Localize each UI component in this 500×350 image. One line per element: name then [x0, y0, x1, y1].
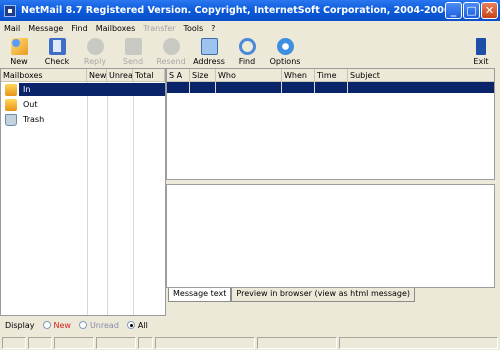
reply-button[interactable]: Reply: [76, 36, 114, 68]
new-button-label: New: [10, 57, 28, 66]
header-new[interactable]: New: [87, 69, 107, 81]
cell-size: [190, 82, 216, 93]
exit-icon: [476, 38, 486, 55]
status-bar: [0, 336, 500, 350]
header-when[interactable]: When: [282, 69, 315, 81]
radio-all-label: All: [137, 320, 148, 330]
header-total[interactable]: Total: [133, 69, 165, 81]
resend-icon: [162, 38, 180, 55]
find-icon: [238, 38, 256, 55]
tab-preview-browser[interactable]: Preview in browser (view as html message…: [231, 288, 416, 302]
radio-new-label: New: [53, 320, 71, 330]
check-mail-icon: [48, 38, 66, 55]
exit-button-label: Exit: [473, 57, 489, 66]
header-status[interactable]: S A: [167, 69, 190, 81]
header-unread[interactable]: Unread: [107, 69, 133, 81]
new-button[interactable]: New: [0, 36, 38, 68]
mailbox-trash[interactable]: Trash: [1, 112, 165, 127]
header-time[interactable]: Time: [315, 69, 348, 81]
address-button-label: Address: [193, 57, 225, 66]
cell-time: [315, 82, 348, 93]
cell-status: [167, 82, 190, 93]
close-button[interactable]: ✕: [481, 2, 498, 19]
inbox-icon: [5, 83, 17, 96]
maximize-button[interactable]: □: [463, 2, 480, 19]
message-list-header: S A Size Who When Time Subject: [167, 69, 494, 82]
menu-message[interactable]: Message: [24, 24, 67, 33]
status-cell: [338, 337, 499, 349]
send-button-label: Send: [122, 57, 144, 66]
header-who[interactable]: Who: [216, 69, 282, 81]
menu-bar: Mail Message Find Mailboxes Transfer Too…: [0, 21, 500, 35]
new-mail-icon: [10, 38, 28, 55]
title-bar: NetMail 8.7 Registered Version. Copyrigh…: [0, 0, 500, 21]
mailbox-out[interactable]: Out: [1, 97, 165, 112]
exit-button[interactable]: Exit: [466, 36, 496, 68]
options-icon: [276, 38, 294, 55]
message-preview[interactable]: [166, 184, 495, 288]
radio-all[interactable]: [126, 321, 135, 329]
mailbox-label: Trash: [23, 115, 45, 124]
menu-tools[interactable]: Tools: [179, 24, 207, 33]
header-size[interactable]: Size: [190, 69, 216, 81]
cell-when: [282, 82, 315, 93]
display-label: Display: [5, 320, 35, 330]
header-mailboxes[interactable]: Mailboxes: [1, 69, 87, 81]
mailbox-label: Out: [23, 100, 38, 109]
window-controls: _ □ ✕: [445, 2, 498, 19]
menu-help[interactable]: ?: [207, 24, 219, 33]
cell-who: [216, 82, 282, 93]
status-cell: [2, 337, 26, 349]
window-title: NetMail 8.7 Registered Version. Copyrigh…: [21, 5, 453, 16]
toolbar: New Check Reply Send Resend Address Find…: [0, 36, 500, 68]
header-subject[interactable]: Subject: [348, 69, 494, 81]
radio-unread-label: Unread: [89, 320, 119, 330]
message-list[interactable]: S A Size Who When Time Subject: [166, 68, 495, 180]
options-button-label: Options: [269, 57, 301, 66]
send-icon: [124, 38, 142, 55]
menu-mailboxes[interactable]: Mailboxes: [92, 24, 140, 33]
menu-transfer: Transfer: [143, 23, 176, 33]
netmail-app-icon: [4, 4, 16, 17]
reply-icon: [86, 38, 104, 55]
resend-button-label: Resend: [156, 57, 186, 66]
address-button[interactable]: Address: [190, 36, 228, 68]
menu-mail[interactable]: Mail: [0, 24, 24, 33]
message-row-selected[interactable]: [167, 82, 494, 93]
status-cell: [95, 337, 136, 349]
mailbox-list[interactable]: Mailboxes New Unread Total In Out Trash: [0, 68, 166, 316]
mailbox-list-header: Mailboxes New Unread Total: [1, 69, 165, 82]
mailbox-label: In: [21, 85, 33, 94]
check-button-label: Check: [44, 57, 70, 66]
status-cell: [27, 337, 52, 349]
trash-icon: [5, 113, 17, 126]
mailbox-in[interactable]: In: [1, 82, 165, 97]
check-button[interactable]: Check: [38, 36, 76, 68]
reply-button-label: Reply: [83, 57, 107, 66]
preview-tabs: Message text Preview in browser (view as…: [168, 288, 416, 302]
display-filter: Display New Unread All: [0, 318, 166, 332]
status-cell: [155, 337, 256, 349]
find-button-label: Find: [238, 57, 256, 66]
status-cell: [53, 337, 94, 349]
tab-message-text[interactable]: Message text: [168, 288, 232, 302]
radio-unread[interactable]: [78, 321, 87, 329]
radio-new[interactable]: [42, 321, 51, 329]
options-button[interactable]: Options: [266, 36, 304, 68]
menu-find[interactable]: Find: [67, 24, 91, 33]
find-button[interactable]: Find: [228, 36, 266, 68]
status-cell: [137, 337, 154, 349]
minimize-button[interactable]: _: [445, 2, 462, 19]
status-cell: [257, 337, 337, 349]
send-button[interactable]: Send: [114, 36, 152, 68]
address-book-icon: [200, 38, 218, 55]
outbox-icon: [5, 98, 17, 111]
resend-button[interactable]: Resend: [152, 36, 190, 68]
